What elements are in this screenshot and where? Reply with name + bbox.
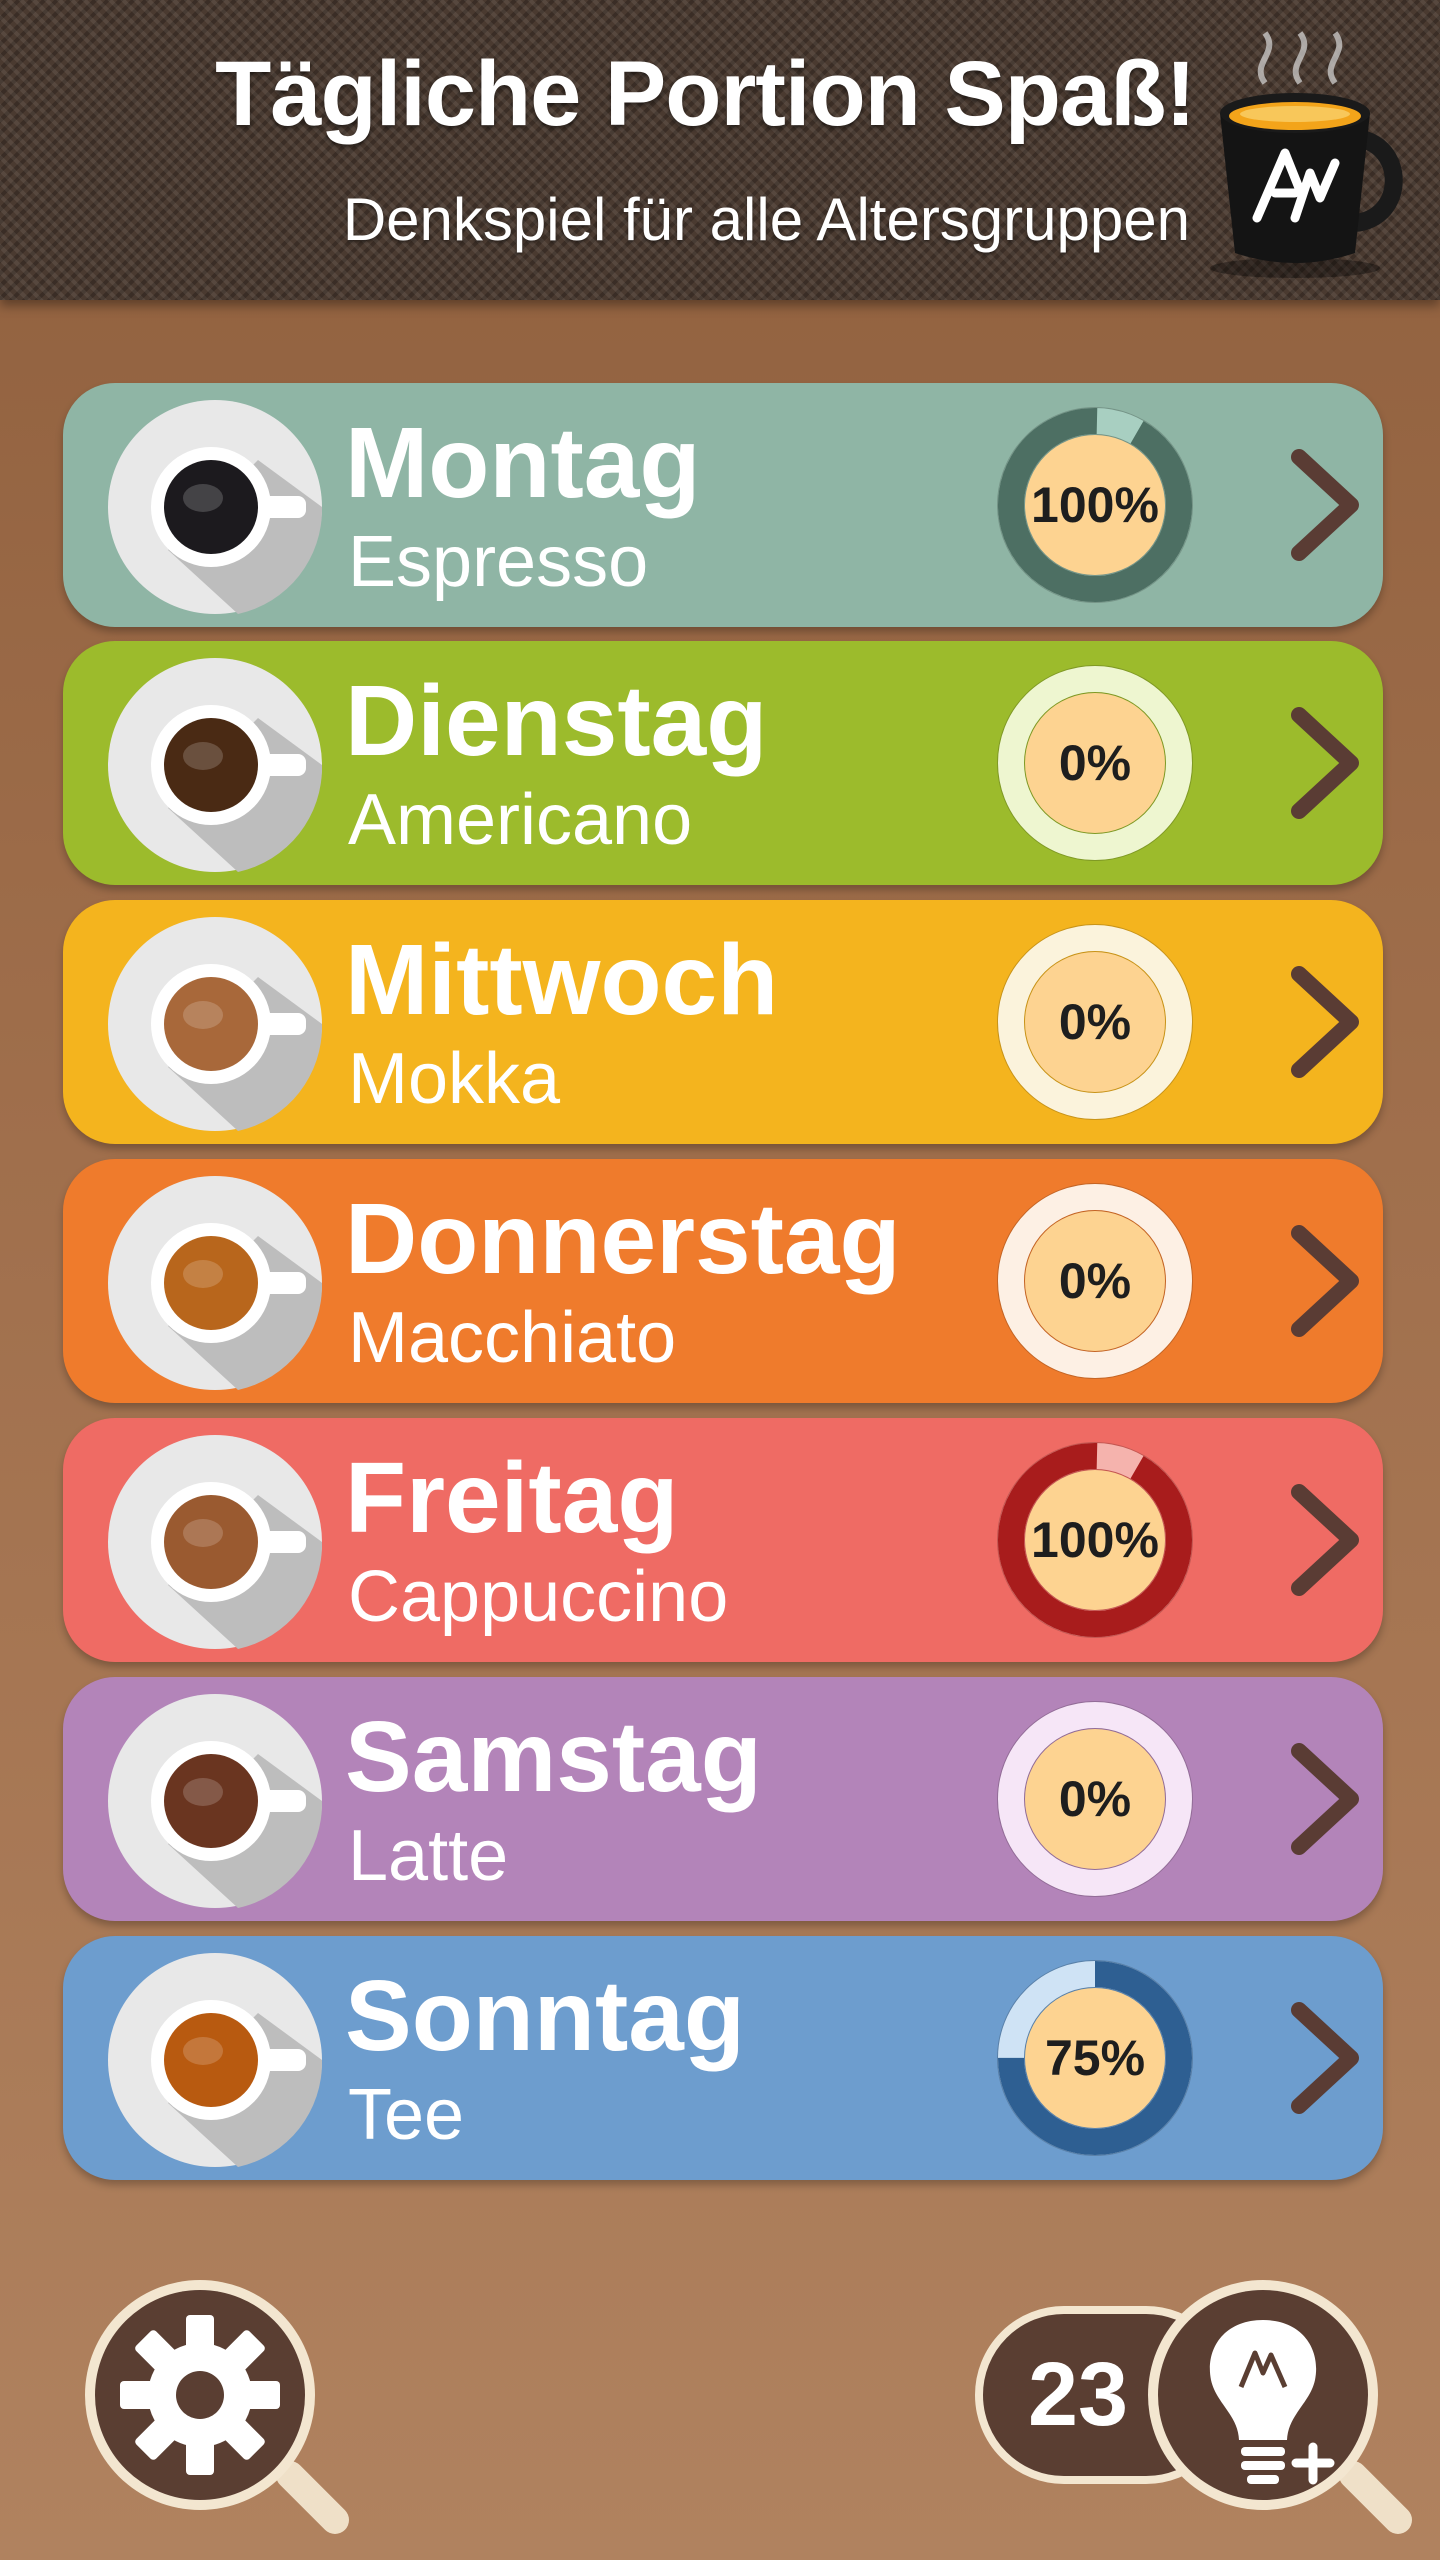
chevron-right-icon[interactable] <box>1281 962 1371 1082</box>
gear-icon <box>120 2315 280 2475</box>
tea-cup-icon <box>108 1953 322 2167</box>
progress-ring: 75% <box>995 1958 1195 2158</box>
day-row-montag[interactable]: Montag Espresso 100% <box>63 383 1383 627</box>
day-name: Samstag <box>345 1701 762 1813</box>
progress-percent: 0% <box>1058 994 1132 1050</box>
day-row-dienstag[interactable]: Dienstag Americano 0% <box>63 641 1383 885</box>
drink-name: Macchiato <box>348 1298 677 1378</box>
day-row-samstag[interactable]: Samstag Latte 0% <box>63 1677 1383 1921</box>
hint-count: 23 <box>1027 2344 1129 2445</box>
espresso-cup-icon <box>108 400 322 614</box>
day-name: Montag <box>345 407 701 519</box>
mokka-cup-icon <box>108 917 322 1131</box>
americano-cup-icon <box>108 658 322 872</box>
chevron-right-icon[interactable] <box>1281 1998 1371 2118</box>
progress-ring: 0% <box>995 663 1195 863</box>
chevron-right-icon[interactable] <box>1281 1480 1371 1600</box>
latte-cup-icon <box>108 1694 322 1908</box>
drink-name: Mokka <box>348 1039 561 1119</box>
drink-name: Tee <box>348 2075 465 2155</box>
progress-percent: 0% <box>1058 1771 1132 1827</box>
settings-button[interactable] <box>80 2275 360 2535</box>
day-name: Mittwoch <box>345 924 779 1036</box>
progress-ring: 0% <box>995 1699 1195 1899</box>
chevron-right-icon[interactable] <box>1281 1221 1371 1341</box>
progress-ring: 100% <box>995 405 1195 605</box>
chevron-right-icon[interactable] <box>1281 1739 1371 1859</box>
day-row-mittwoch[interactable]: Mittwoch Mokka 0% <box>63 900 1383 1144</box>
cappuccino-cup-icon <box>108 1435 322 1649</box>
progress-percent: 75% <box>1044 2030 1146 2086</box>
day-name: Freitag <box>345 1442 679 1554</box>
progress-ring: 0% <box>995 922 1195 1122</box>
progress-ring: 100% <box>995 1440 1195 1640</box>
day-name: Sonntag <box>345 1960 745 2072</box>
drink-name: Americano <box>348 780 693 860</box>
chevron-right-icon[interactable] <box>1281 703 1371 823</box>
hint-button[interactable] <box>1143 2275 1423 2535</box>
day-row-donnerstag[interactable]: Donnerstag Macchiato 0% <box>63 1159 1383 1403</box>
drink-name: Cappuccino <box>348 1557 729 1637</box>
progress-percent: 0% <box>1058 735 1132 791</box>
day-row-sonntag[interactable]: Sonntag Tee 75% <box>63 1936 1383 2180</box>
progress-percent: 0% <box>1058 1253 1132 1309</box>
progress-ring: 0% <box>995 1181 1195 1381</box>
drink-name: Latte <box>348 1816 509 1896</box>
progress-percent: 100% <box>1031 477 1159 533</box>
day-name: Dienstag <box>345 665 768 777</box>
day-row-freitag[interactable]: Freitag Cappuccino 100% <box>63 1418 1383 1662</box>
day-name: Donnerstag <box>345 1183 901 1295</box>
progress-percent: 100% <box>1031 1512 1159 1568</box>
macchiato-cup-icon <box>108 1176 322 1390</box>
drink-name: Espresso <box>348 522 649 602</box>
chevron-right-icon[interactable] <box>1281 445 1371 565</box>
day-list: Montag Espresso 100% Dienstag Americano 0% M… <box>0 0 1440 2200</box>
